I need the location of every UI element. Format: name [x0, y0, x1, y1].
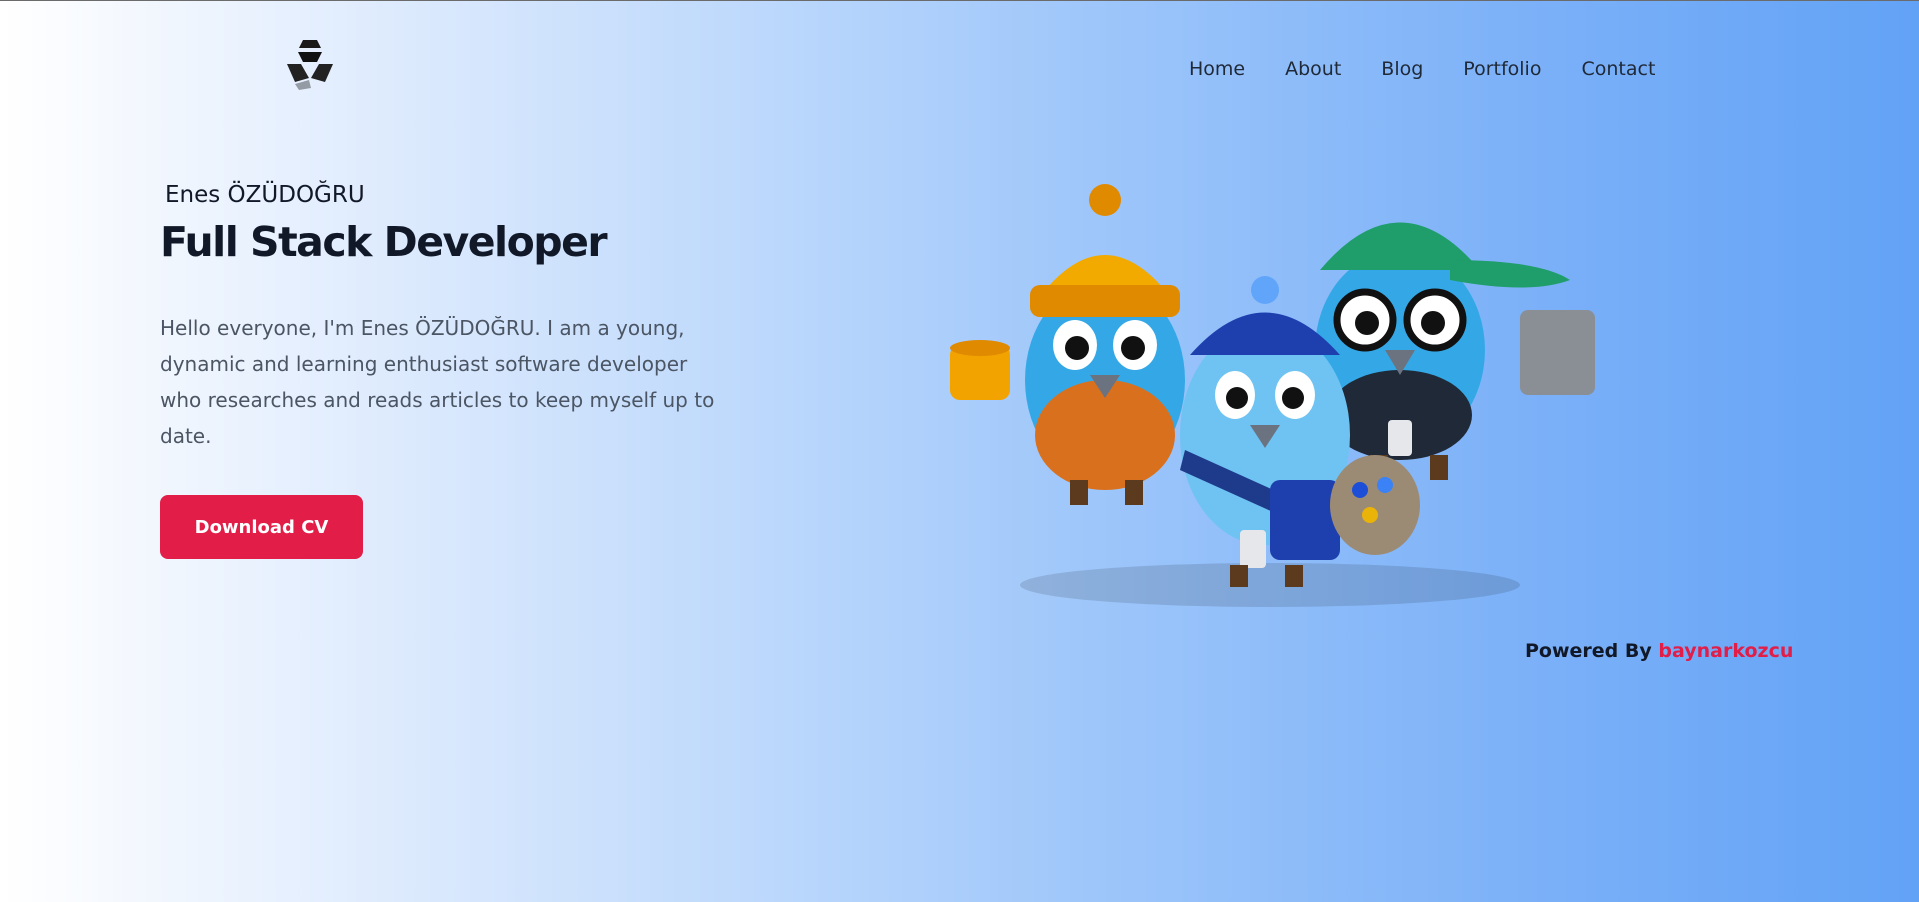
nav-link-home[interactable]: Home [1189, 57, 1245, 81]
powered-by: Powered By baynarkozcu [1525, 640, 1793, 662]
cartoon-birds-illustration [950, 184, 1595, 607]
bird-green-cap [1315, 222, 1595, 480]
hero-illustration [930, 180, 1610, 620]
nav-link-about[interactable]: About [1285, 57, 1341, 81]
nav-link-contact[interactable]: Contact [1581, 57, 1655, 81]
top-border [0, 0, 1919, 1]
nav-link-blog[interactable]: Blog [1381, 57, 1423, 81]
hero-description: Hello everyone, I'm Enes ÖZÜDOĞRU. I am … [160, 316, 715, 448]
powered-by-prefix: Powered By [1525, 640, 1652, 662]
nav-link-portfolio[interactable]: Portfolio [1463, 57, 1541, 81]
logo-svg [287, 40, 333, 90]
download-cv-button[interactable]: Download CV [160, 495, 363, 559]
logo-icon[interactable] [281, 38, 339, 90]
bird-yellow-hat [950, 184, 1185, 505]
hero-title: Full Stack Developer [160, 218, 608, 266]
powered-by-author-link[interactable]: baynarkozcu [1658, 640, 1793, 662]
main-nav: Home About Blog Portfolio Contact [1189, 57, 1695, 81]
hero-name: Enes ÖZÜDOĞRU [165, 182, 365, 208]
